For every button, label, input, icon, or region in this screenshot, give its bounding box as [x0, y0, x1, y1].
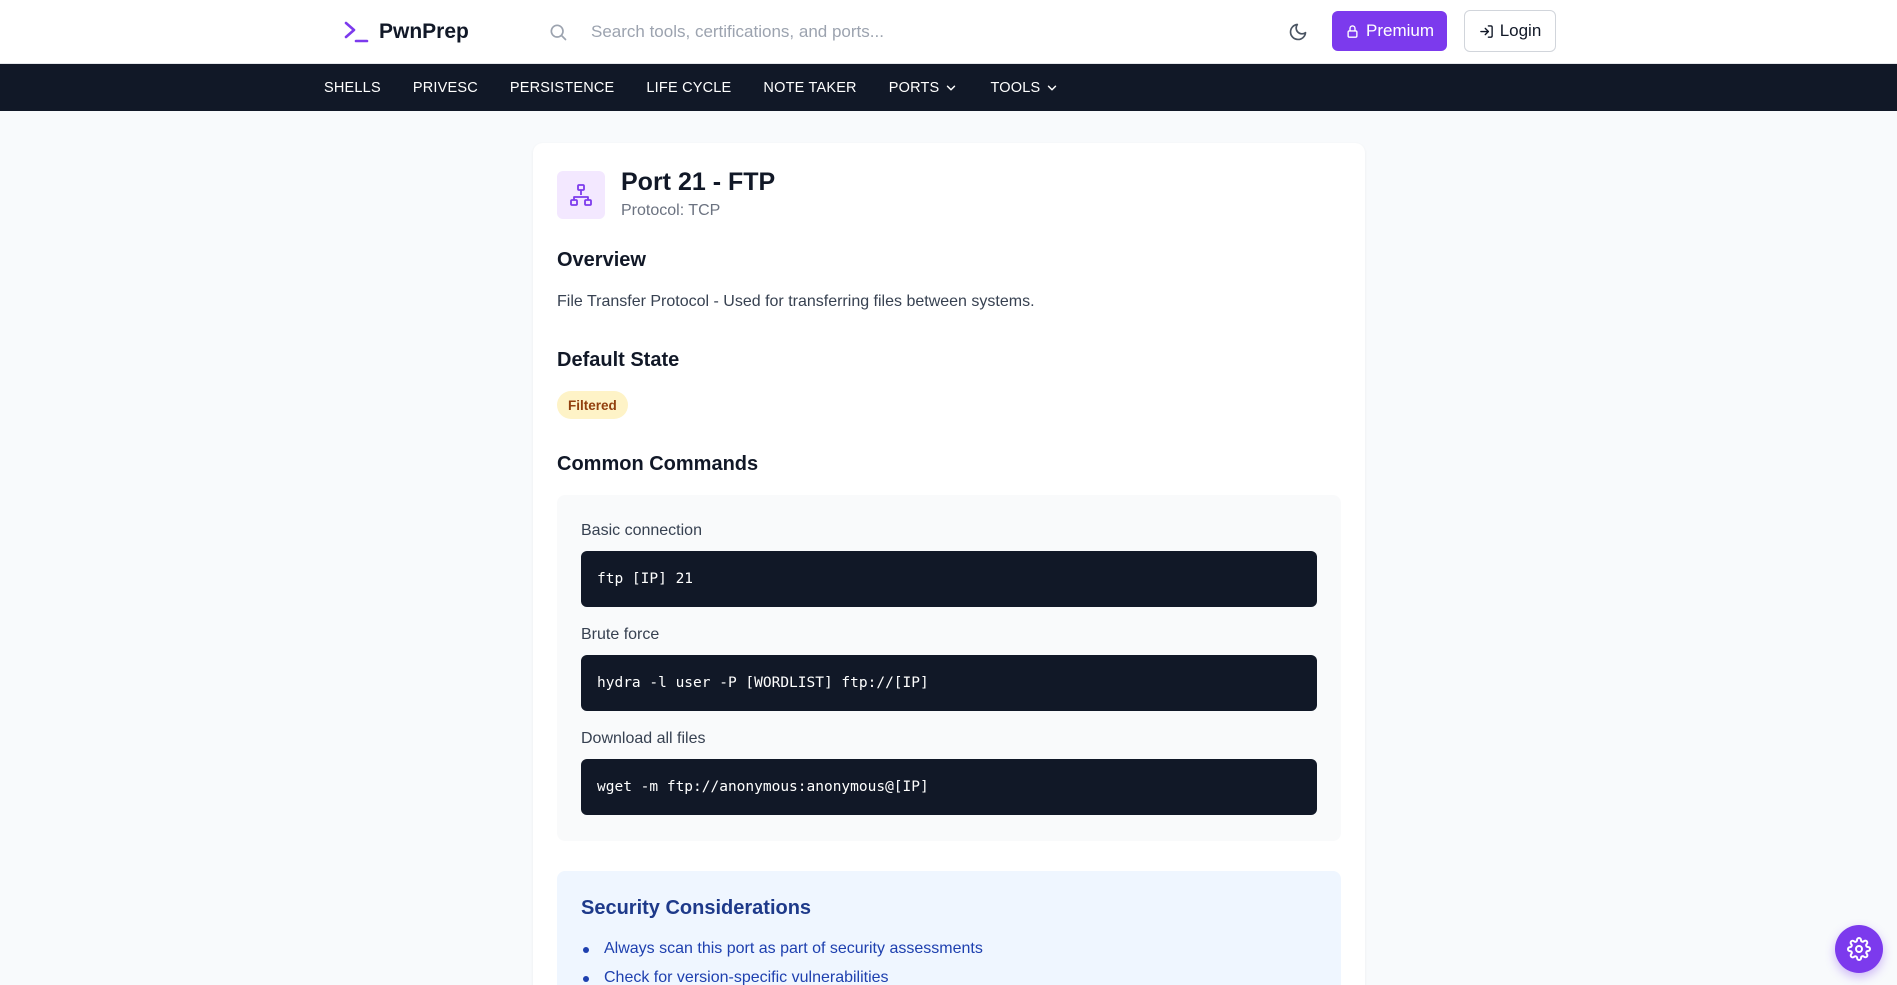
nav-item-note-taker[interactable]: NOTE TAKER: [763, 80, 856, 96]
command-code-block[interactable]: wget -m ftp://anonymous:anonymous@[IP]: [581, 759, 1317, 815]
search-bar: [544, 14, 1244, 50]
premium-button[interactable]: Premium: [1332, 11, 1447, 51]
network-icon: [557, 171, 605, 219]
overview-text: File Transfer Protocol - Used for transf…: [557, 293, 1035, 310]
brand-name: PwnPrep: [379, 20, 469, 43]
nav-label: TOOLS: [990, 79, 1041, 96]
nav-label: LIFE CYCLE: [646, 79, 732, 96]
nav-label: PORTS: [888, 79, 940, 96]
nav-label: PRIVESC: [412, 79, 478, 96]
chevron-down-icon: [1045, 81, 1059, 95]
status-badge: Filtered: [557, 391, 628, 419]
commands-panel: Basic connection ftp [IP] 21 Brute force…: [557, 495, 1341, 841]
brand-logo[interactable]: PwnPrep: [343, 17, 469, 47]
settings-button[interactable]: [1835, 925, 1883, 973]
security-list: Always scan this port as part of securit…: [581, 939, 983, 985]
login-label: Login: [1499, 21, 1542, 40]
protocol-label: Protocol: TCP: [621, 202, 721, 219]
lock-icon: [1345, 24, 1360, 39]
theme-toggle-button[interactable]: [1283, 17, 1313, 47]
command-label: Download all files: [581, 730, 706, 747]
security-considerations-panel: Security Considerations Always scan this…: [557, 871, 1341, 985]
premium-label: Premium: [1365, 21, 1434, 40]
command-label: Brute force: [581, 626, 660, 643]
nav-label: SHELLS: [324, 79, 381, 96]
nav-item-shells[interactable]: SHELLS: [324, 80, 381, 96]
port-detail-card: Port 21 - FTP Protocol: TCP Overview Fil…: [533, 143, 1365, 985]
default-state-heading: Default State: [557, 349, 680, 371]
command-label: Basic connection: [581, 522, 702, 539]
nav-item-privesc[interactable]: PRIVESC: [413, 80, 478, 96]
search-input[interactable]: [591, 22, 1191, 42]
nav-item-ports[interactable]: PORTS: [889, 80, 959, 96]
main-navbar: SHELLS PRIVESC PERSISTENCE LIFE CYCLE NO…: [0, 64, 1897, 111]
terminal-prompt-icon: [343, 19, 369, 45]
security-heading: Security Considerations: [581, 897, 812, 919]
nav-item-persistence[interactable]: PERSISTENCE: [510, 80, 615, 96]
list-item: Check for version-specific vulnerabiliti…: [581, 968, 983, 985]
overview-heading: Overview: [557, 249, 646, 271]
nav-label: NOTE TAKER: [763, 79, 857, 96]
list-item: Always scan this port as part of securit…: [581, 939, 983, 968]
login-icon: [1479, 24, 1494, 39]
login-button[interactable]: Login: [1464, 10, 1556, 52]
search-icon: [544, 18, 572, 46]
gear-icon: [1847, 937, 1871, 961]
nav-label: PERSISTENCE: [509, 79, 615, 96]
moon-icon: [1288, 22, 1308, 42]
top-header: PwnPrep Premium: [0, 0, 1897, 64]
nav-item-life-cycle[interactable]: LIFE CYCLE: [646, 80, 731, 96]
command-code-block[interactable]: ftp [IP] 21: [581, 551, 1317, 607]
chevron-down-icon: [944, 81, 958, 95]
nav-item-tools[interactable]: TOOLS: [990, 80, 1059, 96]
command-code-block[interactable]: hydra -l user -P [WORDLIST] ftp://[IP]: [581, 655, 1317, 711]
page-title: Port 21 - FTP: [621, 168, 776, 196]
common-commands-heading: Common Commands: [557, 453, 759, 475]
